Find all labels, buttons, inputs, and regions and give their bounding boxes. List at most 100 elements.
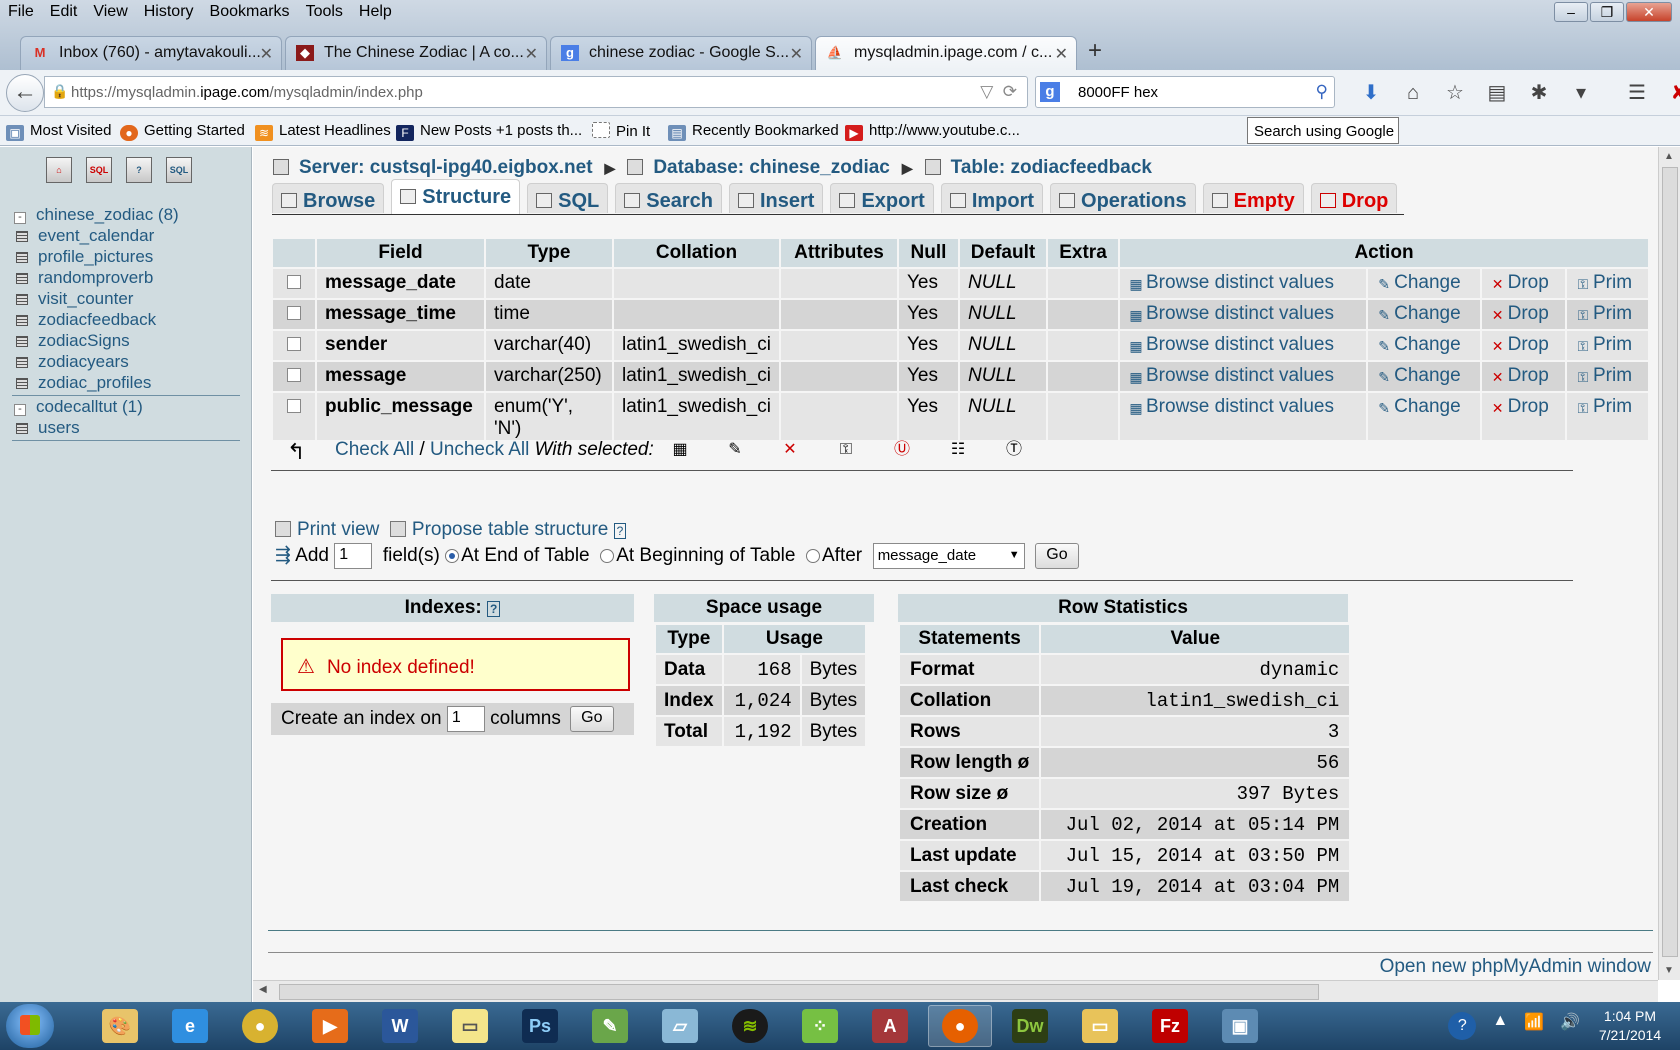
close-tab-icon[interactable]: ✕ — [525, 44, 538, 64]
scrollbar-thumb[interactable] — [1662, 167, 1678, 957]
primary-selected-icon[interactable]: ⚿ — [837, 441, 855, 459]
back-button[interactable]: ← — [6, 74, 44, 112]
tree-table[interactable]: zodiacyears — [12, 352, 240, 373]
taskbar-notes[interactable]: ▱ — [648, 1005, 712, 1047]
bookmark-youtube[interactable]: ▶ http://www.youtube.c... — [845, 122, 1020, 141]
add-go-button[interactable]: Go — [1035, 543, 1079, 569]
at-beginning-radio[interactable] — [600, 549, 615, 564]
header-null[interactable]: Null — [899, 239, 958, 267]
menu-history[interactable]: History — [136, 0, 202, 26]
propose-structure-link[interactable]: Propose table structure — [412, 519, 608, 540]
tab-phpmyadmin[interactable]: ⛵ mysqladmin.ipage.com / c... ✕ — [815, 36, 1077, 70]
new-tab-button[interactable]: + — [1080, 36, 1110, 70]
drop-link[interactable]: ✕ Drop — [1481, 269, 1565, 298]
tab-export[interactable]: Export — [830, 183, 934, 213]
reading-list-icon[interactable]: ▤ — [1476, 78, 1518, 108]
help-icon[interactable]: ? — [487, 601, 501, 617]
menu-bookmarks[interactable]: Bookmarks — [202, 0, 298, 26]
taskbar-media-player[interactable]: ▶ — [298, 1005, 362, 1047]
uncheck-all-link[interactable]: Uncheck All — [430, 439, 529, 460]
browse-distinct-link[interactable]: ▦ Browse distinct values — [1120, 300, 1367, 329]
header-extra[interactable]: Extra — [1048, 239, 1118, 267]
tab-search[interactable]: Search — [615, 183, 722, 213]
drop-link[interactable]: ✕ Drop — [1481, 393, 1565, 440]
close-window-button[interactable]: ✕ — [1626, 2, 1672, 22]
tab-chinese-zodiac[interactable]: ◆ The Chinese Zodiac | A co... ✕ — [285, 36, 547, 70]
row-checkbox[interactable] — [287, 275, 301, 289]
clock[interactable]: 1:04 PM 7/21/2014 — [1590, 1007, 1670, 1045]
browse-distinct-link[interactable]: ▦ Browse distinct values — [1120, 269, 1367, 298]
tree-table[interactable]: zodiacSigns — [12, 331, 240, 352]
menu-view[interactable]: View — [85, 0, 135, 26]
close-tab-icon[interactable]: ✕ — [260, 44, 273, 64]
tab-drop[interactable]: Drop — [1310, 183, 1398, 213]
fulltext-selected-icon[interactable]: Ⓣ — [1005, 441, 1023, 459]
tree-database-chinese-zodiac[interactable]: - chinese_zodiac (8) — [12, 205, 240, 226]
after-field-select[interactable]: message_date — [872, 543, 1025, 569]
taskbar-sticky-notes[interactable]: ▭ — [438, 1005, 502, 1047]
url-bar[interactable]: 🔒 https://mysqladmin.ipage.com/mysqladmi… — [44, 76, 1028, 108]
menu-help[interactable]: Help — [351, 0, 400, 26]
index-selected-icon[interactable]: ☷ — [949, 441, 967, 459]
menu-tools[interactable]: Tools — [298, 0, 351, 26]
taskbar-chrome[interactable]: ● — [228, 1005, 292, 1047]
bookmark-latest-headlines[interactable]: ≋ Latest Headlines — [255, 122, 391, 141]
breadcrumb-table[interactable]: Table: zodiacfeedback — [951, 157, 1152, 178]
scroll-up-icon[interactable]: ▲ — [1664, 151, 1674, 162]
bookmark-recently-bookmarked[interactable]: ▤ Recently Bookmarked — [668, 122, 839, 141]
primary-link[interactable]: ⚿ Prim — [1566, 393, 1648, 440]
scrollbar-thumb[interactable] — [279, 984, 1319, 1000]
taskbar-screen[interactable]: ▣ — [1208, 1005, 1272, 1047]
dropdown-icon[interactable]: ▾ — [1560, 78, 1602, 108]
drop-link[interactable]: ✕ Drop — [1481, 300, 1565, 329]
check-all-link[interactable]: Check All — [335, 439, 414, 460]
search-icon[interactable]: ⚲ — [1316, 82, 1328, 102]
header-collation[interactable]: Collation — [614, 239, 779, 267]
browse-distinct-link[interactable]: ▦ Browse distinct values — [1120, 331, 1367, 360]
row-checkbox[interactable] — [287, 306, 301, 320]
drop-link[interactable]: ✕ Drop — [1481, 331, 1565, 360]
addon-icon[interactable]: ✘ — [1658, 78, 1680, 108]
help-icon[interactable]: ? — [1448, 1012, 1477, 1040]
download-icon[interactable]: ⬇ — [1350, 78, 1392, 108]
bookmark-new-posts[interactable]: F New Posts +1 posts th... — [396, 122, 582, 141]
collapse-icon[interactable]: - — [14, 212, 26, 224]
sql-query-icon[interactable]: SQL — [86, 157, 112, 183]
taskbar-explorer[interactable]: ▭ — [1068, 1005, 1132, 1047]
collapse-icon[interactable]: - — [14, 404, 26, 416]
change-link[interactable]: ✎ Change — [1368, 331, 1480, 360]
primary-link[interactable]: ⚿ Prim — [1566, 300, 1648, 329]
menu-icon[interactable]: ☰ — [1616, 78, 1658, 108]
bookmark-most-visited[interactable]: ▣ Most Visited — [6, 122, 111, 141]
taskbar-firefox[interactable]: ● — [928, 1005, 992, 1047]
primary-link[interactable]: ⚿ Prim — [1566, 331, 1648, 360]
primary-link[interactable]: ⚿ Prim — [1566, 269, 1648, 298]
row-checkbox[interactable] — [287, 337, 301, 351]
tab-insert[interactable]: Insert — [729, 183, 824, 213]
at-end-radio[interactable] — [445, 549, 460, 564]
after-radio[interactable] — [806, 549, 820, 564]
tab-gmail[interactable]: M Inbox (760) - amytavakouli... ✕ — [20, 36, 282, 70]
unique-selected-icon[interactable]: Ⓤ — [893, 441, 911, 459]
taskbar-dreamweaver[interactable]: Dw — [998, 1005, 1062, 1047]
primary-link[interactable]: ⚿ Prim — [1566, 362, 1648, 391]
show-hidden-icon[interactable]: ▲ — [1492, 1012, 1508, 1040]
sql-docs-icon[interactable]: SQL — [166, 157, 192, 183]
tab-operations[interactable]: Operations — [1050, 183, 1196, 213]
tab-empty[interactable]: Empty — [1202, 183, 1304, 213]
tree-table[interactable]: event_calendar — [12, 226, 240, 247]
search-bar[interactable]: g 8000FF hex ⚲ — [1035, 76, 1335, 108]
google-icon[interactable]: g — [1040, 82, 1060, 102]
header-default[interactable]: Default — [960, 239, 1046, 267]
tree-table[interactable]: randomproverb — [12, 268, 240, 289]
tree-table[interactable]: users — [12, 418, 240, 439]
taskbar-internet-explorer[interactable]: e — [158, 1005, 222, 1047]
create-index-go-button[interactable]: Go — [570, 706, 614, 732]
change-link[interactable]: ✎ Change — [1368, 362, 1480, 391]
breadcrumb-server[interactable]: Server: custsql-ipg40.eigbox.net — [299, 157, 593, 178]
close-tab-icon[interactable]: ✕ — [1055, 44, 1068, 64]
header-type[interactable]: Type — [486, 239, 612, 267]
reload-icon[interactable]: ▽ ⟳ — [980, 82, 1017, 102]
menu-file[interactable]: File — [0, 0, 42, 26]
maximize-button[interactable]: ❐ — [1590, 2, 1624, 22]
